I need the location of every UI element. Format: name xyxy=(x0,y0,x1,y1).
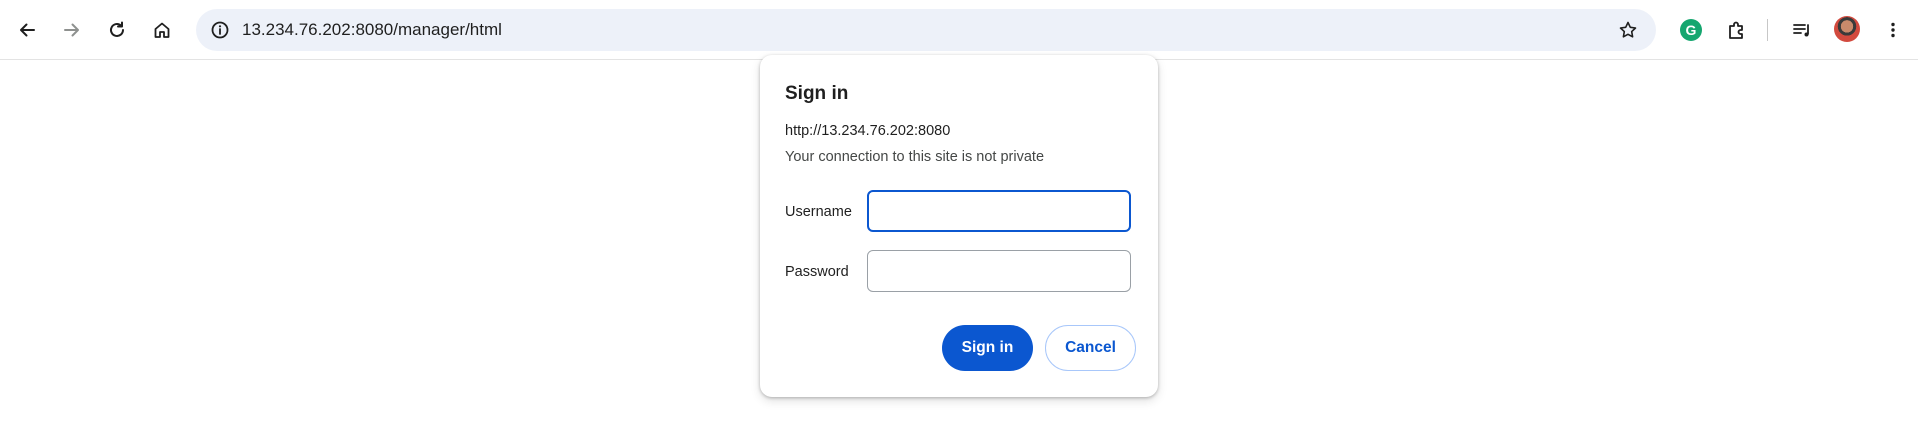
bookmark-button[interactable] xyxy=(1610,12,1646,48)
forward-button[interactable] xyxy=(54,12,90,48)
reload-button[interactable] xyxy=(99,12,135,48)
username-label: Username xyxy=(785,204,852,220)
username-field[interactable] xyxy=(867,190,1131,232)
grammarly-icon: G xyxy=(1680,19,1702,41)
menu-button[interactable] xyxy=(1875,12,1911,48)
site-info-button[interactable] xyxy=(204,14,236,46)
star-icon xyxy=(1619,21,1637,38)
back-button[interactable] xyxy=(9,12,45,48)
cancel-button[interactable]: Cancel xyxy=(1045,325,1136,371)
home-button[interactable] xyxy=(144,12,180,48)
sign-in-dialog: Sign in http://13.234.76.202:8080 Your c… xyxy=(760,55,1158,397)
browser-toolbar: 13.234.76.202:8080/manager/html G xyxy=(0,0,1918,60)
puzzle-icon xyxy=(1729,21,1743,39)
toolbar-separator xyxy=(1767,19,1768,41)
dialog-origin: http://13.234.76.202:8080 xyxy=(785,123,951,139)
arrow-left-icon xyxy=(20,23,35,37)
url-text[interactable]: 13.234.76.202:8080/manager/html xyxy=(242,9,502,51)
address-bar[interactable]: 13.234.76.202:8080/manager/html xyxy=(196,9,1656,51)
password-field[interactable] xyxy=(867,250,1131,292)
sign-in-button[interactable]: Sign in xyxy=(942,325,1033,371)
home-icon xyxy=(154,22,170,38)
extensions-button[interactable] xyxy=(1719,12,1755,48)
reload-icon xyxy=(110,21,124,37)
kebab-menu-icon xyxy=(1891,22,1895,38)
media-controls-icon xyxy=(1793,24,1809,37)
password-label: Password xyxy=(785,264,849,280)
grammarly-extension-button[interactable]: G xyxy=(1673,12,1709,48)
arrow-right-icon xyxy=(64,23,79,37)
info-icon xyxy=(211,21,229,39)
dialog-title: Sign in xyxy=(785,83,849,104)
avatar[interactable] xyxy=(1834,16,1860,42)
connection-warning: Your connection to this site is not priv… xyxy=(785,149,1045,165)
media-controls-button[interactable] xyxy=(1784,12,1820,48)
